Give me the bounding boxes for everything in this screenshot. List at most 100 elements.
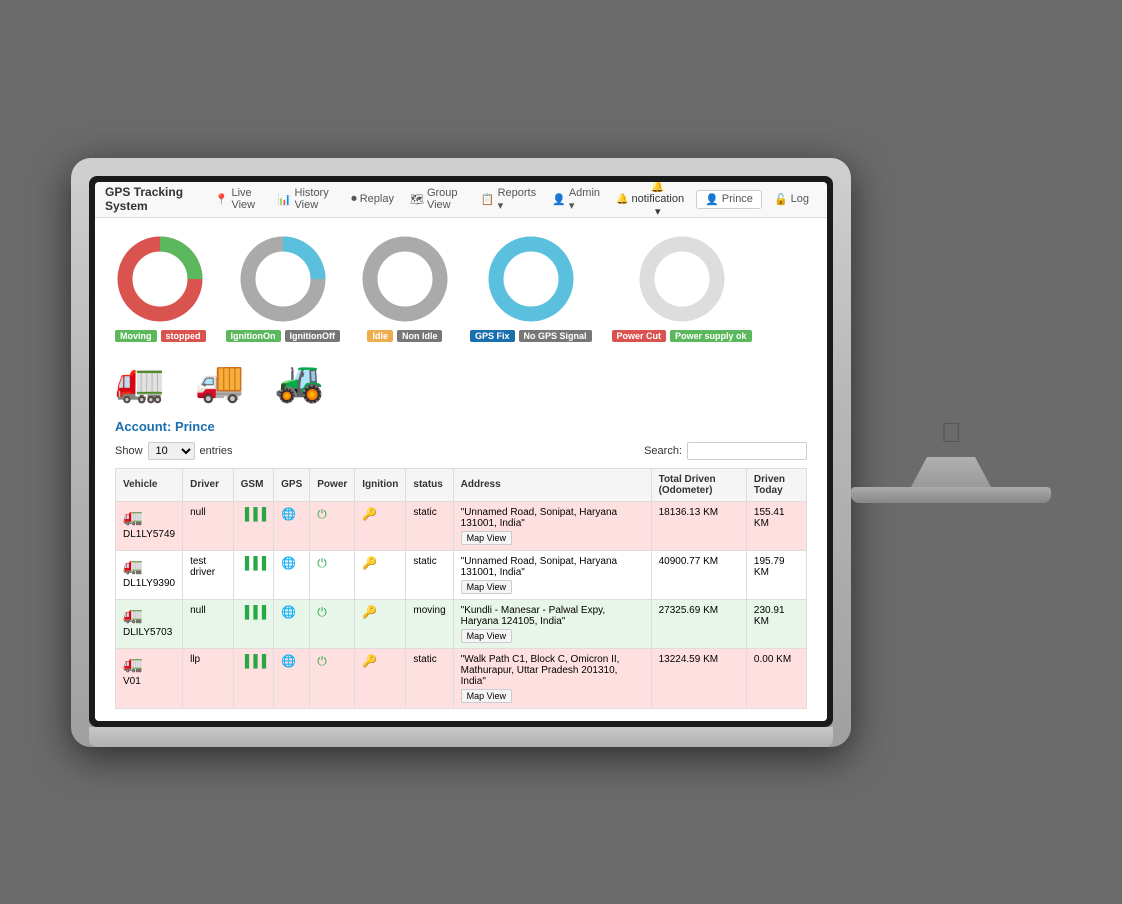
power-icon: ⏻ bbox=[317, 556, 327, 570]
donut-ignition bbox=[238, 234, 328, 324]
col-driven-today: Driven Today bbox=[746, 468, 806, 501]
chart-idle: Idle Non Idle bbox=[360, 234, 450, 342]
address-cell: "Kundli - Manesar - Palwal Expy, Haryana… bbox=[453, 599, 651, 648]
donut-idle bbox=[360, 234, 450, 324]
driver-cell: null bbox=[183, 501, 234, 550]
nav-admin[interactable]: 👤 Admin ▾ bbox=[544, 182, 608, 217]
gps-icon: 🌐 bbox=[281, 507, 296, 521]
label-non-idle: Non Idle bbox=[397, 330, 443, 342]
col-driver: Driver bbox=[183, 468, 234, 501]
gsm-cell: ▐▐▐ bbox=[233, 550, 274, 599]
power-cell: ⏻ bbox=[310, 599, 355, 648]
power-cell: ⏻ bbox=[310, 550, 355, 599]
label-power-cut: Power Cut bbox=[612, 330, 667, 342]
map-view-button[interactable]: Map View bbox=[461, 689, 512, 703]
address-text: "Walk Path C1, Block C, Omicron II, Math… bbox=[461, 654, 620, 687]
notification-button[interactable]: 🔔 🔔 notification ▾ bbox=[608, 182, 692, 221]
address-text: "Unnamed Road, Sonipat, Haryana 131001, … bbox=[461, 556, 617, 578]
table-controls: Show 10 25 50 100 entries Search: bbox=[115, 442, 807, 460]
chart-labels-5: Power Cut Power supply ok bbox=[612, 330, 752, 342]
show-entries: Show 10 25 50 100 entries bbox=[115, 442, 233, 460]
power-cell: ⏻ bbox=[310, 501, 355, 550]
gps-cell: 🌐 bbox=[274, 599, 310, 648]
nav-history-view[interactable]: 📊 History View bbox=[270, 182, 343, 217]
label-idle: Idle bbox=[367, 330, 393, 342]
ignition-key-icon: 🔑 bbox=[362, 556, 377, 570]
truck-icon: 🚛 bbox=[123, 654, 143, 674]
ignition-cell: 🔑 bbox=[355, 550, 406, 599]
screen-bezel: GPS Tracking System 📍 Live View 📊 Histor… bbox=[89, 176, 833, 727]
gps-icon: 🌐 bbox=[281, 556, 296, 570]
ignition-key-icon: 🔑 bbox=[362, 507, 377, 521]
donut-power bbox=[637, 234, 727, 324]
vehicle-id: DL1LY5749 bbox=[123, 529, 175, 540]
chart-labels-1: Moving stopped bbox=[115, 330, 206, 342]
vehicle-cell: 🚛DLILY5703 bbox=[116, 599, 183, 648]
vehicle-cell: 🚛DL1LY9390 bbox=[116, 550, 183, 599]
driven-today-cell: 0.00 KM bbox=[746, 648, 806, 708]
replay-icon: ⏺ bbox=[351, 193, 357, 206]
search-box: Search: bbox=[644, 442, 807, 460]
logout-icon: 🔓 bbox=[774, 193, 788, 206]
bell-icon: 🔔 bbox=[616, 194, 628, 205]
vehicle-cell: 🚛V01 bbox=[116, 648, 183, 708]
logout-button[interactable]: 🔓 Log bbox=[766, 191, 817, 208]
entries-label: entries bbox=[200, 445, 233, 457]
driven-today-cell: 230.91 KM bbox=[746, 599, 806, 648]
map-view-button[interactable]: Map View bbox=[461, 580, 512, 594]
nav-group-view[interactable]: 🗺 Group View bbox=[402, 182, 473, 217]
address-cell: "Unnamed Road, Sonipat, Haryana 131001, … bbox=[453, 501, 651, 550]
user-button[interactable]: 👤 Prince bbox=[696, 190, 762, 209]
nav-replay[interactable]: ⏺ Replay bbox=[343, 182, 402, 217]
col-status: status bbox=[406, 468, 453, 501]
chart-labels-3: Idle Non Idle bbox=[367, 330, 442, 342]
truck-icon: 🚛 bbox=[123, 556, 143, 576]
chart-icon: 📊 bbox=[278, 193, 292, 206]
gps-icon: 🌐 bbox=[281, 654, 296, 668]
ignition-cell: 🔑 bbox=[355, 648, 406, 708]
status-cell: moving bbox=[406, 599, 453, 648]
label-power-ok: Power supply ok bbox=[670, 330, 752, 342]
table-row: 🚛DL1LY5749null▐▐▐🌐⏻🔑static"Unnamed Road,… bbox=[116, 501, 807, 550]
entries-select[interactable]: 10 25 50 100 bbox=[148, 442, 195, 460]
power-icon: ⏻ bbox=[317, 605, 327, 619]
table-row: 🚛DL1LY9390test driver▐▐▐🌐⏻🔑static"Unname… bbox=[116, 550, 807, 599]
gsm-signal-icon: ▐▐▐ bbox=[241, 507, 267, 521]
truck-icon: 🚛 bbox=[123, 605, 143, 625]
map-view-button[interactable]: Map View bbox=[461, 629, 512, 643]
truck-green: 🚛 bbox=[115, 358, 165, 405]
truck-icon: 🚛 bbox=[123, 507, 143, 527]
label-gps-fix: GPS Fix bbox=[470, 330, 515, 342]
power-icon: ⏻ bbox=[317, 507, 327, 521]
address-text: "Kundli - Manesar - Palwal Expy, Haryana… bbox=[461, 605, 606, 627]
chart-labels-4: GPS Fix No GPS Signal bbox=[470, 330, 592, 342]
col-power: Power bbox=[310, 468, 355, 501]
col-gsm: GSM bbox=[233, 468, 274, 501]
search-input[interactable] bbox=[687, 442, 807, 460]
label-moving: Moving bbox=[115, 330, 157, 342]
map-icon: 🗺 bbox=[410, 193, 424, 206]
chart-ignition: IgnitionOn IgnitionOff bbox=[226, 234, 340, 342]
col-address: Address bbox=[453, 468, 651, 501]
chart-power: Power Cut Power supply ok bbox=[612, 234, 752, 342]
ignition-cell: 🔑 bbox=[355, 599, 406, 648]
odometer-cell: 18136.13 KM bbox=[651, 501, 746, 550]
apple-logo:  bbox=[941, 401, 962, 457]
status-cell: static bbox=[406, 550, 453, 599]
address-cell: "Walk Path C1, Block C, Omicron II, Math… bbox=[453, 648, 651, 708]
map-view-button[interactable]: Map View bbox=[461, 531, 512, 545]
chart-moving-stopped: Moving stopped bbox=[115, 234, 206, 342]
nav-reports[interactable]: 📋 Reports ▾ bbox=[473, 182, 544, 217]
donut-moving-stopped bbox=[115, 234, 205, 324]
pin-icon: 📍 bbox=[215, 193, 229, 206]
navbar-brand: GPS Tracking System bbox=[105, 185, 197, 213]
address-text: "Unnamed Road, Sonipat, Haryana 131001, … bbox=[461, 507, 617, 529]
nav-live-view[interactable]: 📍 Live View bbox=[207, 182, 270, 217]
gsm-cell: ▐▐▐ bbox=[233, 501, 274, 550]
ignition-key-icon: 🔑 bbox=[362, 654, 377, 668]
table-row: 🚛V01llp▐▐▐🌐⏻🔑static"Walk Path C1, Block … bbox=[116, 648, 807, 708]
ignition-cell: 🔑 bbox=[355, 501, 406, 550]
status-cell: static bbox=[406, 648, 453, 708]
user-icon: 👤 bbox=[705, 193, 719, 206]
reports-icon: 📋 bbox=[481, 193, 495, 206]
